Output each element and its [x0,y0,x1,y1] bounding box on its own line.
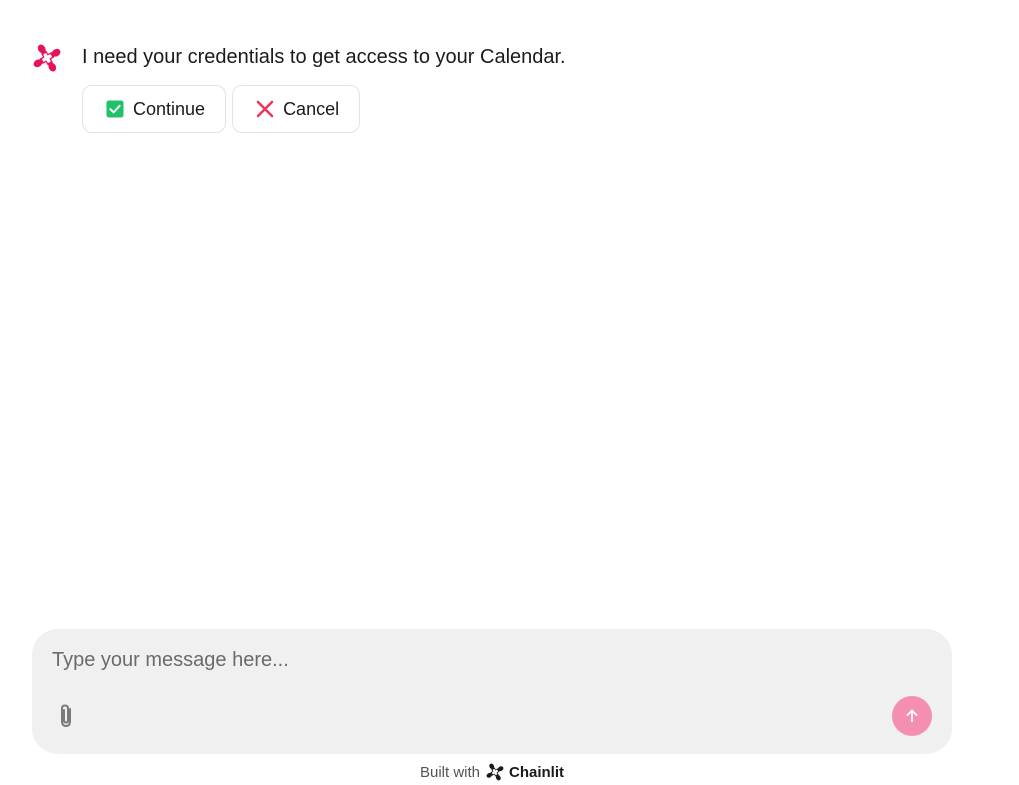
continue-button[interactable]: Continue [82,85,227,133]
message-actions: Continue Cancel [82,85,566,133]
cancel-button[interactable]: Cancel [232,85,361,133]
chat-app: I need your credentials to get access to… [0,0,1019,785]
continue-label: Continue [133,98,206,119]
check-square-icon [106,100,124,118]
cancel-label: Cancel [283,98,340,119]
chainlit-logo-icon [485,762,505,782]
chainlit-logo-icon [33,44,61,72]
message-body: I need your credentials to get access to… [82,42,566,133]
assistant-avatar [31,42,63,74]
message-composer [32,629,952,754]
attach-button[interactable] [54,702,80,730]
paperclip-icon [61,704,71,727]
footer: Built with Chainlit [0,762,984,782]
close-x-icon [256,100,274,118]
footer-brand-link[interactable]: Chainlit [485,762,564,782]
send-button[interactable] [892,696,932,736]
footer-brand-name: Chainlit [509,763,565,781]
assistant-message: I need your credentials to get access to… [31,42,566,133]
footer-prefix: Built with [419,763,481,781]
message-text: I need your credentials to get access to… [82,46,566,68]
arrow-up-icon [906,709,918,723]
message-input[interactable] [52,645,892,675]
